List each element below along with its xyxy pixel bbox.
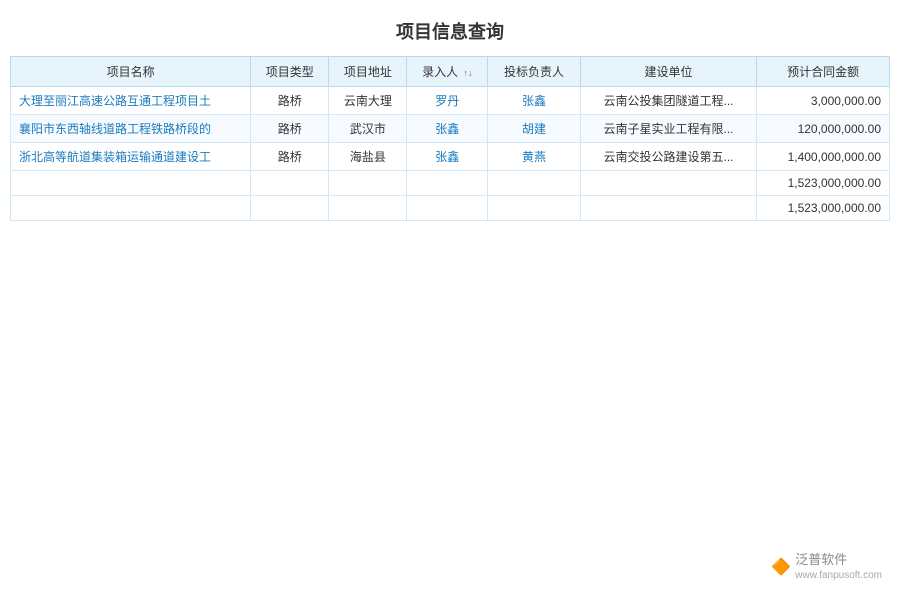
- page-title: 项目信息查询: [0, 0, 900, 56]
- total-amount: 1,523,000,000.00: [757, 196, 890, 221]
- project-type: 路桥: [251, 143, 329, 171]
- project-bidder[interactable]: 胡建: [488, 115, 581, 143]
- project-recorder[interactable]: 张鑫: [407, 115, 488, 143]
- col-header-builder: 建设单位: [580, 57, 757, 87]
- watermark: 🔶 泛普软件 www.fanpusoft.com: [771, 552, 882, 582]
- project-builder: 云南公投集团隧道工程...: [580, 87, 757, 115]
- project-bidder[interactable]: 张鑫: [488, 87, 581, 115]
- col-header-type: 项目类型: [251, 57, 329, 87]
- col-header-name: 项目名称: [11, 57, 251, 87]
- project-name[interactable]: 大理至丽江高速公路互通工程项目土: [11, 87, 251, 115]
- subtotal-amount: 1,523,000,000.00: [757, 171, 890, 196]
- project-builder: 云南交投公路建设第五...: [580, 143, 757, 171]
- table-row: 襄阳市东西轴线道路工程铁路桥段的 路桥 武汉市 张鑫 胡建 云南子星实业工程有限…: [11, 115, 890, 143]
- table-row: 浙北高等航道集装箱运输通道建设工 路桥 海盐县 张鑫 黄燕 云南交投公路建设第五…: [11, 143, 890, 171]
- project-amount: 3,000,000.00: [757, 87, 890, 115]
- project-amount: 120,000,000.00: [757, 115, 890, 143]
- project-bidder[interactable]: 黄燕: [488, 143, 581, 171]
- table-row: 大理至丽江高速公路互通工程项目土 路桥 云南大理 罗丹 张鑫 云南公投集团隧道工…: [11, 87, 890, 115]
- watermark-brand: 泛普软件: [795, 552, 882, 569]
- project-location: 海盐县: [329, 143, 407, 171]
- project-name[interactable]: 襄阳市东西轴线道路工程铁路桥段的: [11, 115, 251, 143]
- project-table: 项目名称 项目类型 项目地址 录入人 ↑↓ 投标负责人 建设单位 预计合同金额 …: [10, 56, 890, 221]
- total-row: 1,523,000,000.00: [11, 196, 890, 221]
- subtotal-row: 1,523,000,000.00: [11, 171, 890, 196]
- project-location: 武汉市: [329, 115, 407, 143]
- project-name[interactable]: 浙北高等航道集装箱运输通道建设工: [11, 143, 251, 171]
- project-type: 路桥: [251, 115, 329, 143]
- project-location: 云南大理: [329, 87, 407, 115]
- project-amount: 1,400,000,000.00: [757, 143, 890, 171]
- project-builder: 云南子星实业工程有限...: [580, 115, 757, 143]
- watermark-logo-icon: 🔶: [771, 557, 791, 577]
- sort-icon: ↑↓: [463, 68, 472, 78]
- watermark-url: www.fanpusoft.com: [795, 569, 882, 582]
- project-recorder[interactable]: 张鑫: [407, 143, 488, 171]
- col-header-bidder: 投标负责人: [488, 57, 581, 87]
- table-container: 项目名称 项目类型 项目地址 录入人 ↑↓ 投标负责人 建设单位 预计合同金额 …: [0, 56, 900, 221]
- col-header-location: 项目地址: [329, 57, 407, 87]
- table-header-row: 项目名称 项目类型 项目地址 录入人 ↑↓ 投标负责人 建设单位 预计合同金额: [11, 57, 890, 87]
- col-header-amount: 预计合同金额: [757, 57, 890, 87]
- col-header-recorder[interactable]: 录入人 ↑↓: [407, 57, 488, 87]
- project-recorder[interactable]: 罗丹: [407, 87, 488, 115]
- project-type: 路桥: [251, 87, 329, 115]
